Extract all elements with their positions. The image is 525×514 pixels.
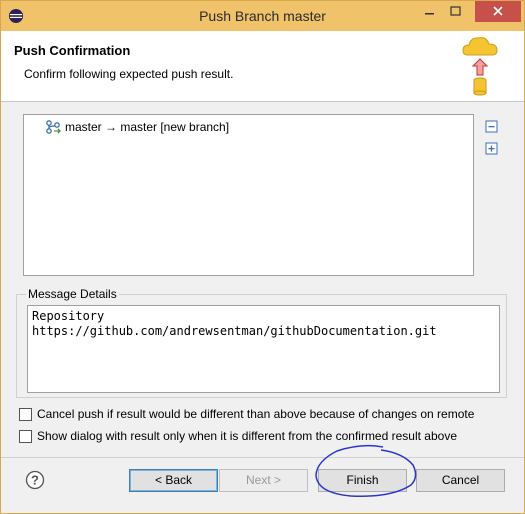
page-description: Confirm following expected push result. [24,67,234,81]
message-details-text[interactable]: Repository https://github.com/andrewsentm… [27,305,500,393]
wizard-header: Push Confirmation Confirm following expe… [1,31,524,102]
collapse-all-icon [485,120,498,133]
help-icon[interactable]: ? [25,470,45,490]
expand-all-icon [485,142,498,155]
close-icon [493,6,503,16]
cancel-button[interactable]: Cancel [416,469,505,492]
message-details-label: Message Details [26,287,119,301]
minimize-icon [425,13,434,15]
footer-divider [1,457,524,458]
tree-item-label: master → master [new branch] [65,120,230,134]
close-button[interactable] [475,1,521,22]
page-title: Push Confirmation [14,43,131,58]
maximize-button[interactable] [442,1,468,22]
cancel-push-option[interactable]: Cancel push if result would be different… [19,407,474,421]
back-button[interactable]: < Back [129,469,218,492]
expand-all-button[interactable] [485,142,499,156]
message-line-repository: Repository [32,309,105,323]
svg-text:?: ? [31,473,39,488]
branch-icon [46,120,61,134]
message-line-url: https://github.com/andrewsentman/githubD… [32,324,437,338]
push-cloud-icon [462,37,498,96]
maximize-icon [450,6,461,16]
finish-highlight-circle [315,444,417,498]
push-result-tree[interactable]: master → master [new branch] [23,114,474,276]
minimize-button[interactable] [416,1,442,22]
show-dialog-checkbox[interactable] [19,429,32,443]
collapse-all-button[interactable] [485,120,499,134]
cancel-push-label: Cancel push if result would be different… [37,407,475,421]
push-branch-dialog: Push Branch master Push Confirmation Con… [0,0,525,514]
title-bar[interactable]: Push Branch master [1,1,524,31]
tree-item[interactable]: master → master [new branch] [45,118,229,136]
cancel-push-checkbox[interactable] [19,407,32,421]
next-button[interactable]: Next > [219,469,308,492]
